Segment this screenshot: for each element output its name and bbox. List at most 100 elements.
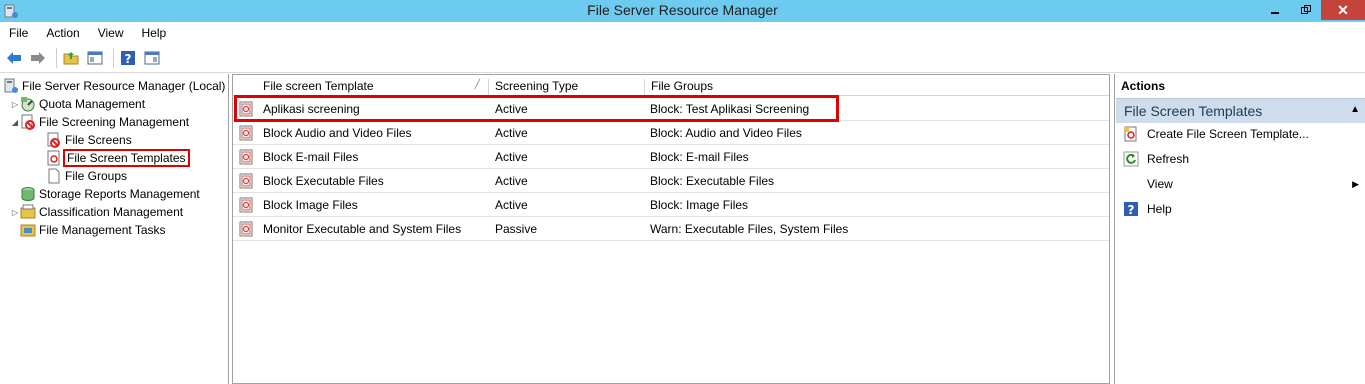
back-arrow-icon: [7, 51, 21, 64]
minimize-button[interactable]: [1259, 0, 1290, 20]
back-button[interactable]: [4, 48, 24, 68]
quota-icon: [21, 97, 35, 112]
cell-file-groups: Block: E-mail Files: [650, 150, 749, 164]
tree-item-label: File Screens: [65, 133, 132, 147]
menu-file[interactable]: File: [0, 26, 37, 40]
table-row[interactable]: Monitor Executable and System Files Pass…: [233, 217, 1109, 241]
action-create-template[interactable]: Create File Screen Template...: [1123, 124, 1359, 144]
refresh-icon: [1123, 151, 1139, 167]
tree-item-label: File Screening Management: [39, 115, 190, 129]
create-template-icon: [1124, 126, 1137, 142]
cell-screening-type: Active: [495, 126, 528, 140]
show-hide-action-pane-button[interactable]: [142, 48, 162, 68]
tree-item-file-screen-templates[interactable]: File Screen Templates: [46, 149, 190, 167]
cell-file-groups: Block: Audio and Video Files: [650, 126, 802, 140]
action-refresh[interactable]: Refresh: [1123, 149, 1359, 169]
toolbar-separator: [113, 47, 114, 68]
classification-icon: [20, 204, 36, 219]
forward-arrow-icon: [31, 51, 45, 64]
up-folder-button[interactable]: [61, 48, 81, 68]
menu-bar: File Action View Help: [0, 22, 1365, 43]
template-icon: [239, 125, 253, 141]
tree-item-storage-reports-management[interactable]: Storage Reports Management: [20, 185, 200, 203]
cell-template: Block Audio and Video Files: [263, 126, 412, 140]
minimize-icon: [1270, 12, 1279, 14]
tree-item-file-management-tasks[interactable]: File Management Tasks: [20, 221, 166, 239]
help-icon: ?: [121, 50, 135, 66]
tree-item-file-groups[interactable]: File Groups: [46, 167, 127, 185]
tree-item-fsrm-root[interactable]: File Server Resource Manager (Local): [3, 77, 225, 95]
help-toolbar-button[interactable]: ?: [118, 48, 138, 68]
list-header: File screen Template ╱ Screening Type Fi…: [233, 75, 1109, 97]
collapse-caret-icon: ▲: [1350, 104, 1360, 115]
close-icon: ✕: [1337, 1, 1349, 18]
svg-text:?: ?: [125, 52, 132, 66]
tree-item-label: Classification Management: [39, 205, 184, 219]
screening-icon: [21, 114, 35, 130]
template-icon: [239, 173, 253, 189]
action-help[interactable]: ? Help: [1123, 199, 1359, 219]
cell-screening-type: Active: [495, 150, 528, 164]
cell-template: Block Image Files: [263, 198, 358, 212]
show-hide-tree-button[interactable]: [85, 48, 105, 68]
sort-indicator-icon: ╱: [474, 79, 480, 89]
server-icon: [4, 78, 18, 93]
close-button[interactable]: ✕: [1321, 0, 1365, 20]
table-row[interactable]: Block Image Files Active Block: Image Fi…: [233, 193, 1109, 217]
file-groups-icon: [48, 168, 60, 184]
template-icon: [239, 149, 253, 165]
toolbar-separator: [56, 47, 57, 68]
file-screens-icon: [47, 132, 60, 148]
submenu-arrow-icon: ▶: [1352, 178, 1359, 189]
restore-button[interactable]: [1290, 0, 1321, 20]
restore-icon: [1300, 5, 1311, 14]
menu-help[interactable]: Help: [133, 26, 176, 40]
cell-screening-type: Passive: [495, 222, 538, 236]
action-label: Refresh: [1147, 152, 1190, 166]
collapse-arrow-icon[interactable]: ◢: [10, 118, 20, 127]
tree-item-label: File Management Tasks: [39, 223, 166, 237]
cell-file-groups: Block: Executable Files: [650, 174, 775, 188]
window-title: File Server Resource Manager: [587, 2, 778, 18]
menu-view[interactable]: View: [89, 26, 133, 40]
title-bar: File Server Resource Manager ✕: [0, 0, 1365, 22]
menu-action[interactable]: Action: [37, 26, 88, 40]
help-icon: ?: [1124, 202, 1138, 217]
cell-template: Monitor Executable and System Files: [263, 222, 462, 236]
template-icon: [47, 150, 60, 166]
cell-file-groups: Block: Image Files: [650, 198, 749, 212]
tree-item-quota-management[interactable]: ▷ Quota Management: [10, 95, 145, 113]
expand-arrow-icon[interactable]: ▷: [10, 100, 20, 109]
templates-list: File screen Template ╱ Screening Type Fi…: [232, 74, 1110, 384]
actions-section-label: File Screen Templates: [1124, 103, 1263, 119]
cell-template: Block Executable Files: [263, 174, 384, 188]
table-row[interactable]: Block E-mail Files Active Block: E-mail …: [233, 145, 1109, 169]
table-row[interactable]: Block Executable Files Active Block: Exe…: [233, 169, 1109, 193]
tree-item-file-screening-management[interactable]: ◢ File Screening Management: [10, 113, 189, 131]
svg-text:?: ?: [1128, 203, 1135, 217]
tree-item-classification-management[interactable]: ▷ Classification Management: [10, 203, 183, 221]
tree-item-file-screens[interactable]: File Screens: [46, 131, 132, 149]
tasks-icon: [20, 224, 36, 237]
action-pane-icon: [144, 51, 160, 64]
tree-item-label: Quota Management: [39, 97, 146, 111]
blank-icon: [1123, 176, 1139, 192]
actions-title: Actions: [1121, 79, 1166, 93]
tree-item-label: Storage Reports Management: [39, 187, 200, 201]
navigation-tree: File Server Resource Manager (Local) ▷ Q…: [0, 74, 229, 384]
action-view[interactable]: View ▶: [1123, 174, 1359, 194]
action-label: View: [1147, 177, 1173, 191]
tree-item-label: File Screen Templates: [63, 149, 190, 167]
cell-file-groups: Warn: Executable Files, System Files: [650, 222, 849, 236]
expand-arrow-icon[interactable]: ▷: [10, 208, 20, 217]
cell-screening-type: Active: [495, 174, 528, 188]
reports-icon: [21, 187, 35, 201]
table-row[interactable]: Block Audio and Video Files Active Block…: [233, 121, 1109, 145]
forward-button[interactable]: [28, 48, 48, 68]
actions-section-header[interactable]: File Screen Templates ▲: [1116, 98, 1365, 123]
cell-template: Block E-mail Files: [263, 150, 359, 164]
tree-item-label: File Groups: [65, 169, 128, 183]
folder-up-icon: [63, 51, 79, 64]
action-label: Create File Screen Template...: [1147, 127, 1309, 141]
cell-screening-type: Active: [495, 198, 528, 212]
